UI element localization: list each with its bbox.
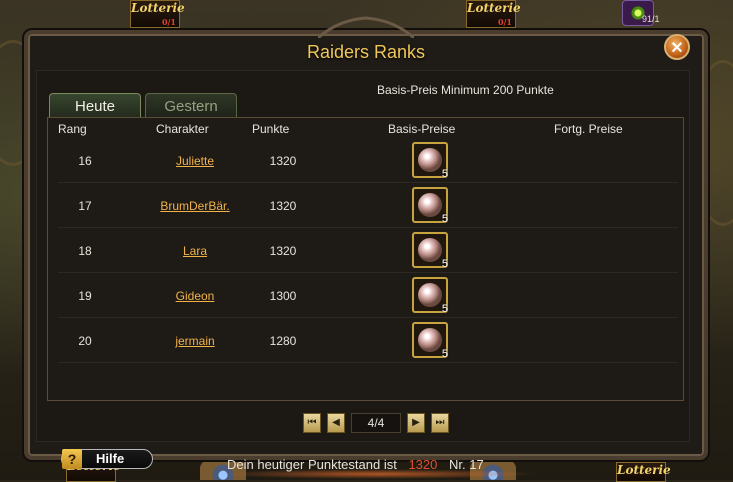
rank-cell: 17	[78, 199, 92, 213]
column-header-basic-rewards: Basis-Preise	[388, 122, 456, 136]
prev-page-icon: ◀	[332, 417, 340, 428]
page-indicator: 4/4	[351, 413, 401, 433]
column-header-character: Charakter	[156, 122, 209, 136]
orb-count: 91/1	[642, 14, 660, 24]
character-link[interactable]: BrumDerBär.	[140, 199, 250, 213]
lottery-button[interactable]: Lotterie 0/1	[130, 0, 185, 28]
points-cell: 1320	[269, 199, 297, 213]
reward-quantity: 5	[441, 348, 448, 360]
character-link[interactable]: jermain	[140, 334, 250, 348]
pearl-icon	[418, 193, 442, 217]
table-row: 16 Juliette 1320 5	[58, 138, 678, 183]
lottery-count: 0/1	[497, 17, 512, 27]
table-header: Rang Charakter Punkte Basis-Preise Fortg…	[48, 118, 683, 138]
close-icon: ✕	[670, 40, 684, 57]
first-page-button[interactable]: ⏮	[303, 413, 321, 433]
prev-page-button[interactable]: ◀	[327, 413, 345, 433]
pearl-icon	[418, 283, 442, 307]
reward-quantity: 5	[441, 258, 448, 270]
raiders-ranks-dialog: Raiders Ranks ✕ Basis-Preis Minimum 200 …	[24, 16, 708, 479]
lottery-button[interactable]: Lotterie	[616, 462, 671, 482]
pearl-icon	[418, 328, 442, 352]
score-value: 1320	[408, 457, 438, 472]
points-cell: 1320	[269, 154, 297, 168]
score-rank: Nr. 17	[449, 457, 484, 472]
lottery-button[interactable]: Lotterie 0/1	[466, 0, 521, 28]
character-link[interactable]: Gideon	[140, 289, 250, 303]
lottery-count: 0/1	[161, 17, 176, 27]
tab-gestern[interactable]: Gestern	[145, 93, 237, 117]
next-page-icon: ▶	[412, 417, 420, 428]
reward-slot[interactable]: 5	[412, 142, 448, 180]
reward-slot[interactable]: 5	[412, 277, 448, 315]
rank-cell: 18	[78, 244, 92, 258]
rank-cell: 19	[78, 289, 92, 303]
points-cell: 1300	[269, 289, 297, 303]
reward-slot[interactable]: 5	[412, 322, 448, 360]
next-page-button[interactable]: ▶	[407, 413, 425, 433]
character-link[interactable]: Juliette	[140, 154, 250, 168]
pearl-icon	[418, 238, 442, 262]
rank-cell: 20	[78, 334, 92, 348]
title-ornament-icon	[318, 16, 414, 38]
score-prefix: Dein heutiger Punktestand ist	[227, 457, 397, 472]
column-header-rank: Rang	[58, 122, 87, 136]
rank-cell: 16	[78, 154, 92, 168]
reward-quantity: 5	[441, 168, 448, 180]
ranking-table: Rang Charakter Punkte Basis-Preise Fortg…	[47, 117, 684, 401]
table-row: 19 Gideon 1300 5	[58, 273, 678, 318]
first-page-icon: ⏮	[307, 417, 317, 428]
dialog-content: Basis-Preis Minimum 200 Punkte Heute Ges…	[36, 70, 690, 479]
reward-quantity: 5	[441, 213, 448, 225]
pearl-icon	[418, 148, 442, 172]
tab-heute[interactable]: Heute	[49, 93, 141, 117]
last-page-button[interactable]: ⏭	[431, 413, 449, 433]
help-label: Hilfe	[96, 451, 125, 466]
points-cell: 1280	[269, 334, 297, 348]
score-summary: Dein heutiger Punktestand ist 1320 Nr. 1…	[227, 457, 484, 472]
dialog-title: Raiders Ranks	[306, 42, 426, 62]
reward-slot[interactable]: 5	[412, 232, 448, 270]
column-header-points: Punkte	[252, 122, 290, 136]
basis-min-value: 200 Punkte	[493, 83, 554, 97]
lottery-label: Lotterie	[617, 463, 671, 477]
close-button[interactable]: ✕	[664, 34, 690, 60]
column-header-advanced-rewards: Fortg. Preise	[554, 122, 623, 136]
table-row: 20 jermain 1280 5	[58, 318, 678, 363]
table-row: 18 Lara 1320 5	[58, 228, 678, 273]
reward-quantity: 5	[441, 303, 448, 315]
points-cell: 1320	[269, 244, 297, 258]
basis-min-label: Basis-Preis Minimum	[377, 83, 490, 97]
last-page-icon: ⏭	[435, 417, 445, 428]
lottery-label: Lotterie	[467, 1, 521, 15]
help-icon: ?	[62, 449, 82, 469]
reward-slot[interactable]: 5	[412, 187, 448, 225]
help-button[interactable]: ? Hilfe	[61, 449, 153, 469]
lottery-label: Lotterie	[131, 1, 185, 15]
table-row: 17 BrumDerBär. 1320 5	[58, 183, 678, 228]
basis-price-info: Basis-Preis Minimum 200 Punkte	[377, 83, 554, 97]
character-link[interactable]: Lara	[140, 244, 250, 258]
